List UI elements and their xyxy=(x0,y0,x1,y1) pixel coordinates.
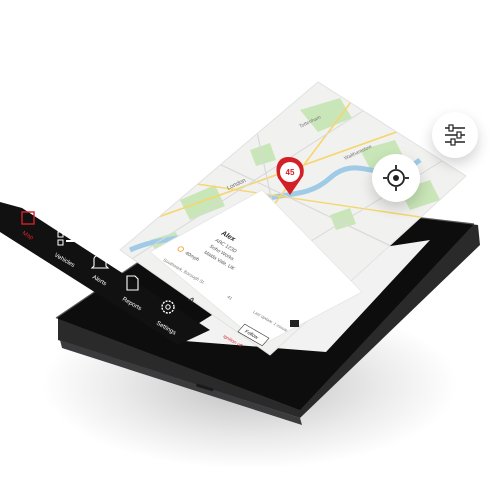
bottom-nav[interactable]: Map Vehicles Alerts Reports Settings xyxy=(0,0,500,500)
product-render: London Tottenham Walthamstow Camden 45 A… xyxy=(0,0,500,500)
